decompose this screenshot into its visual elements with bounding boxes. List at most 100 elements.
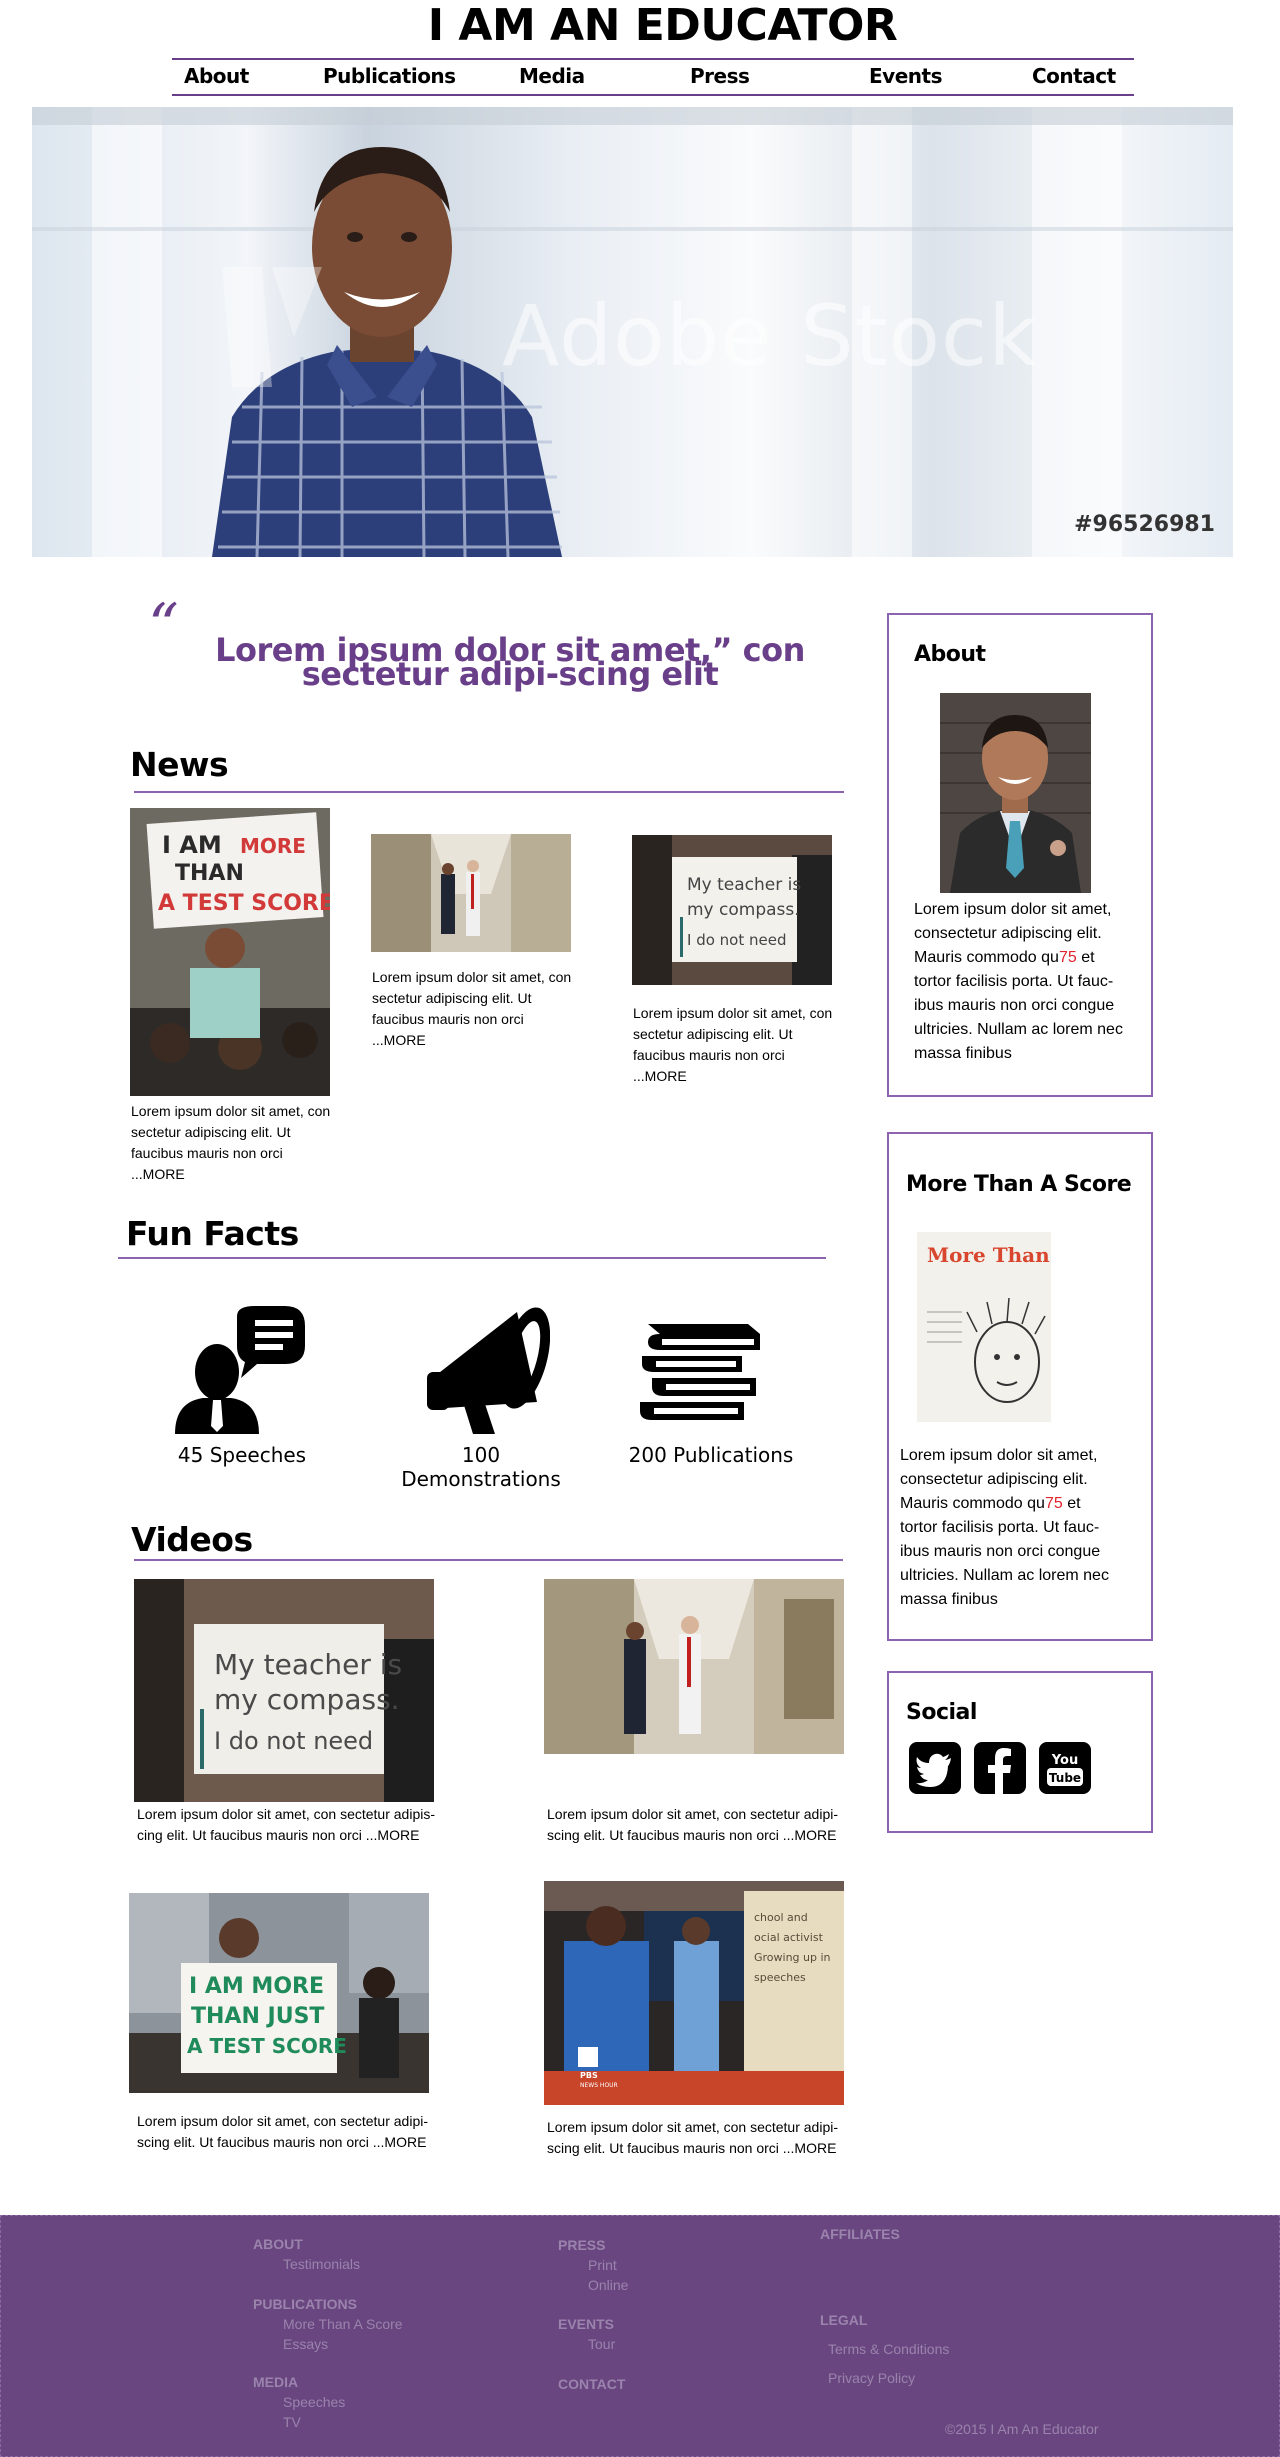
video-caption-3: Lorem ipsum dolor sit amet, con sectetur… — [137, 2113, 429, 2150]
twitter-icon[interactable] — [909, 1742, 961, 1794]
svg-text:my compass.: my compass. — [214, 1683, 400, 1716]
footer-tour[interactable]: Tour — [588, 2336, 615, 2352]
video-caption-4: Lorem ipsum dolor sit amet, con sectetur… — [547, 2119, 839, 2156]
news-caption-1: Lorem ipsum dolor sit amet, con sectetur… — [131, 1101, 336, 1185]
facebook-icon[interactable] — [974, 1742, 1026, 1794]
main-nav: About Publications Media Press Events Co… — [172, 58, 1134, 96]
book-box: More Than A Score More Than a Score Lore… — [887, 1132, 1153, 1641]
book-cover[interactable]: More Than a Score — [917, 1232, 1051, 1422]
footer-affiliates[interactable]: AFFILIATES — [820, 2226, 900, 2242]
nav-events[interactable]: Events — [869, 64, 942, 88]
social-title: Social — [906, 1700, 977, 1725]
book-cover-title: More Than a Score — [927, 1243, 1051, 1267]
footer-media[interactable]: MEDIA — [253, 2374, 298, 2390]
svg-text:chool and: chool and — [754, 1911, 808, 1924]
book-title: More Than A Score — [906, 1172, 1132, 1197]
svg-text:My teacher is: My teacher is — [214, 1648, 402, 1681]
svg-text:THAN JUST: THAN JUST — [191, 2004, 324, 2029]
video-caption-1: Lorem ipsum dolor sit amet, con sectetur… — [137, 1806, 436, 1843]
svg-text:Tube: Tube — [1049, 1771, 1081, 1785]
svg-text:I do not need: I do not need — [687, 931, 786, 949]
nav-contact[interactable]: Contact — [1032, 64, 1116, 88]
site-title: I AM AN EDUCATOR — [427, 0, 898, 51]
svg-text:my compass.: my compass. — [687, 900, 800, 920]
footer-privacy[interactable]: Privacy Policy — [828, 2370, 915, 2386]
svg-text:NEWS HOUR: NEWS HOUR — [580, 2082, 618, 2089]
fact-label-demonstrations: 100 Demonstrations — [401, 1443, 561, 1491]
nav-media[interactable]: Media — [519, 64, 585, 88]
speaker-icon — [175, 1306, 305, 1434]
video-thumb-hallway[interactable] — [544, 1579, 844, 1754]
svg-text:I do not need: I do not need — [214, 1727, 373, 1755]
nav-about[interactable]: About — [184, 64, 249, 88]
svg-text:ocial activist: ocial activist — [754, 1931, 824, 1944]
footer-events[interactable]: EVENTS — [558, 2316, 614, 2332]
svg-text:THAN: THAN — [175, 861, 244, 886]
about-text-highlight: 75 — [1058, 949, 1077, 966]
svg-text:A TEST SCORE: A TEST SCORE — [158, 891, 330, 916]
video-thumb-test-score-sign[interactable]: I AM MORE THAN JUST A TEST SCORE — [129, 1893, 429, 2093]
news-caption-text: Lorem ipsum dolor sit amet, con sectetur… — [633, 1005, 833, 1063]
footer-testimonials[interactable]: Testimonials — [283, 2256, 360, 2272]
footer-terms[interactable]: Terms & Conditions — [828, 2341, 949, 2357]
youtube-icon[interactable]: You Tube — [1039, 1742, 1091, 1794]
book-text-highlight: 75 — [1044, 1495, 1063, 1512]
svg-text:I AM: I AM — [162, 831, 222, 859]
stock-id: #96526981 — [1074, 512, 1215, 537]
footer-copyright: ©2015 I Am An Educator — [945, 2421, 1099, 2437]
fact-label-speeches: 45 Speeches — [177, 1443, 307, 1467]
video-caption-2: Lorem ipsum dolor sit amet, con sectetur… — [547, 1806, 839, 1843]
pull-quote: Lorem ipsum dolor sit amet,” con sectetu… — [215, 631, 805, 693]
svg-text:You: You — [1051, 1753, 1078, 1768]
videos-heading: Videos — [131, 1520, 253, 1559]
news-caption-text: Lorem ipsum dolor sit amet, con sectetur… — [131, 1103, 331, 1161]
site-footer: ABOUT Testimonials PUBLICATIONS More Tha… — [0, 2215, 1280, 2457]
news-photo-hallway[interactable] — [371, 834, 571, 952]
megaphone-icon — [427, 1307, 550, 1434]
fun-facts-divider — [118, 1257, 826, 1259]
about-text: Lorem ipsum dolor sit amet, consectetur … — [914, 898, 1126, 1066]
video-thumb-compass-sign[interactable]: My teacher is my compass. I do not need — [134, 1579, 434, 1802]
news-photo-protest[interactable]: I AM MORE THAN A TEST SCORE — [130, 808, 330, 1096]
footer-speeches[interactable]: Speeches — [283, 2394, 345, 2410]
footer-contact[interactable]: CONTACT — [558, 2376, 625, 2392]
news-photo-compass-sign[interactable]: My teacher is my compass. I do not need — [632, 835, 832, 985]
news-caption-3: Lorem ipsum dolor sit amet, con sectetur… — [633, 1003, 838, 1087]
news-caption-2: Lorem ipsum dolor sit amet, con sectetur… — [372, 967, 577, 1051]
footer-print[interactable]: Print — [588, 2257, 617, 2273]
footer-tv[interactable]: TV — [283, 2414, 301, 2430]
svg-text:speeches: speeches — [754, 1971, 806, 1984]
svg-text:I AM MORE: I AM MORE — [189, 1974, 324, 1999]
svg-text:Growing up in: Growing up in — [754, 1951, 831, 1964]
footer-essays[interactable]: Essays — [283, 2336, 328, 2352]
footer-press[interactable]: PRESS — [558, 2237, 605, 2253]
about-box: About Lorem ipsum dolor sit amet, consec… — [887, 613, 1153, 1097]
news-more-link-1[interactable]: ...MORE — [131, 1166, 185, 1182]
fun-facts-heading: Fun Facts — [126, 1214, 299, 1253]
about-portrait[interactable] — [940, 693, 1091, 893]
social-box: Social You Tube — [887, 1671, 1153, 1833]
fact-label-publications: 200 Publications — [628, 1443, 794, 1467]
news-more-link-3[interactable]: ...MORE — [633, 1068, 687, 1084]
nav-press[interactable]: Press — [690, 64, 750, 88]
book-text: Lorem ipsum dolor sit amet, consectetur … — [900, 1444, 1122, 1612]
hero-image: Adobe Stock #96526981 — [32, 107, 1233, 557]
stock-watermark: Adobe Stock — [502, 287, 1038, 385]
news-heading: News — [130, 745, 229, 784]
footer-legal[interactable]: LEGAL — [820, 2312, 867, 2328]
footer-more-than-a-score[interactable]: More Than A Score — [283, 2316, 403, 2332]
news-caption-text: Lorem ipsum dolor sit amet, con sectetur… — [372, 969, 572, 1027]
svg-text:MORE: MORE — [240, 834, 306, 858]
svg-text:PBS: PBS — [580, 2071, 598, 2080]
about-title: About — [914, 642, 986, 667]
nav-publications[interactable]: Publications — [323, 64, 456, 88]
footer-about[interactable]: ABOUT — [253, 2236, 303, 2252]
news-divider — [134, 791, 844, 793]
news-more-link-2[interactable]: ...MORE — [372, 1032, 426, 1048]
books-icon — [640, 1324, 760, 1420]
footer-online[interactable]: Online — [588, 2277, 628, 2293]
video-thumb-pbs-news[interactable]: chool and ocial activist Growing up in spee… — [544, 1881, 844, 2105]
footer-publications[interactable]: PUBLICATIONS — [253, 2296, 357, 2312]
svg-text:My teacher is: My teacher is — [687, 875, 801, 895]
videos-divider — [134, 1559, 843, 1561]
